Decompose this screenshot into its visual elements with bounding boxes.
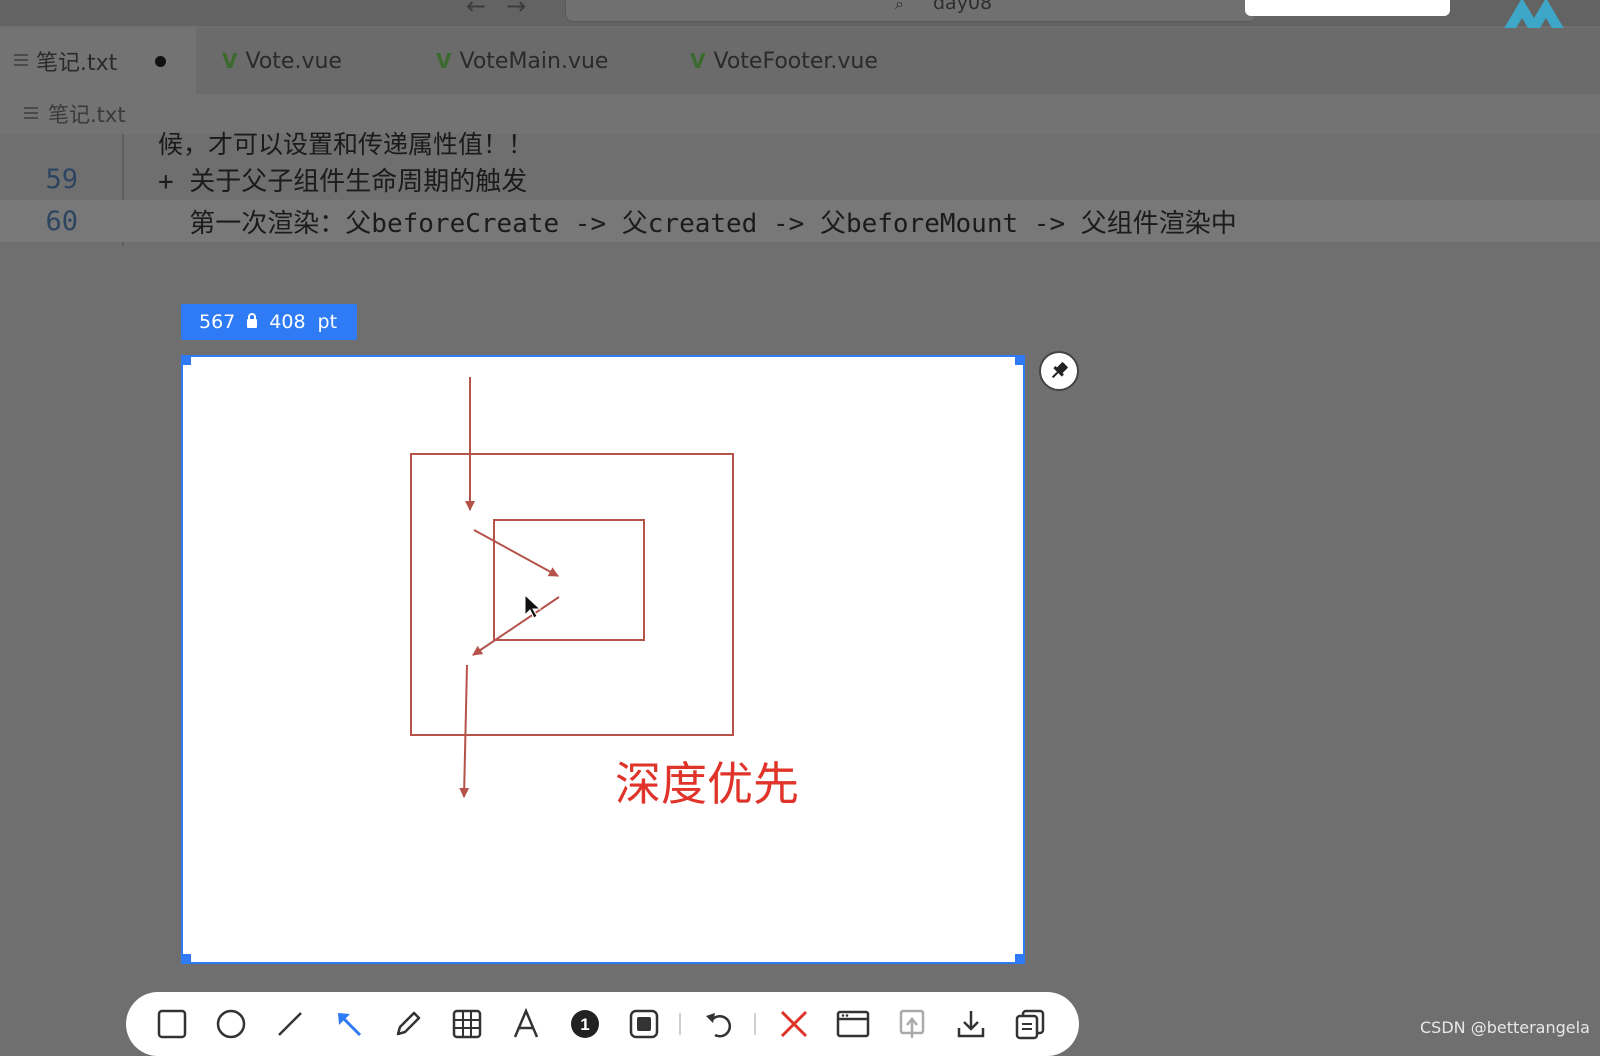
watermark: CSDN @betterangela (1420, 1018, 1590, 1037)
height-value: 408 (269, 311, 306, 333)
line-text: 候，才可以设置和传递属性值！！ (158, 130, 534, 159)
annotation-toolbar: 1 (126, 992, 1079, 1056)
resize-handle[interactable] (1015, 954, 1025, 964)
annotation-drawing (410, 377, 734, 798)
code-editor[interactable]: 候，才可以设置和传递属性值！！ 59 + 关于父子组件生命周期的触发 60 第一… (0, 130, 1600, 264)
arrow-icon (337, 1012, 362, 1037)
text-file-icon (14, 54, 28, 68)
outer-rectangle (410, 453, 734, 736)
number-tool[interactable]: 1 (565, 1004, 605, 1044)
line-tool[interactable] (270, 1004, 310, 1044)
ellipse-icon (216, 1009, 246, 1039)
ellipse-tool[interactable] (211, 1004, 251, 1044)
close-icon (780, 1010, 808, 1038)
download-icon (957, 1011, 985, 1038)
tab-vote-main[interactable]: V VoteMain.vue (436, 28, 608, 94)
title-bar-widget (1245, 0, 1450, 16)
nav-arrows[interactable]: ←→ (466, 0, 546, 20)
mosaic-tool[interactable] (447, 1004, 487, 1044)
download-button[interactable] (951, 1004, 991, 1044)
tab-label: VoteFooter.vue (713, 48, 878, 74)
toolbar-separator (679, 1013, 681, 1035)
inner-rectangle (493, 519, 645, 641)
code-line-current[interactable]: 60 第一次渲染：父beforeCreate -> 父created -> 父b… (0, 200, 1600, 242)
tab-vote-footer[interactable]: V VoteFooter.vue (690, 28, 878, 94)
undo-icon (706, 1013, 732, 1038)
mosaic-icon (452, 1009, 482, 1039)
rectangle-tool[interactable] (152, 1004, 192, 1044)
selection-size-badge: 567 408 pt (181, 304, 358, 340)
number-icon: 1 (571, 1010, 599, 1038)
close-button[interactable] (774, 1004, 814, 1044)
annotation-caption: 深度优先 (615, 757, 799, 811)
pencil-icon (396, 1011, 421, 1036)
arrow-down-out (459, 664, 470, 798)
mouse-cursor-icon (524, 593, 542, 619)
rectangle-icon (157, 1009, 187, 1039)
tab-vote[interactable]: V Vote.vue (222, 28, 342, 94)
arrow-tool[interactable] (329, 1004, 369, 1044)
undo-button[interactable] (699, 1004, 739, 1044)
width-value: 567 (199, 311, 236, 333)
lock-icon[interactable] (247, 312, 258, 328)
line-text: + 关于父子组件生命周期的触发 (158, 166, 528, 197)
vue-icon: V (222, 49, 238, 73)
search-box[interactable] (565, 0, 1257, 22)
line-number: 60 (45, 205, 78, 237)
text-file-icon (24, 107, 38, 121)
line-icon (278, 1012, 302, 1036)
pencil-tool[interactable] (388, 1004, 428, 1044)
window-button[interactable] (833, 1004, 873, 1044)
line-text: 第一次渲染：父beforeCreate -> 父created -> 父befo… (158, 208, 1237, 239)
resize-handle[interactable] (1015, 355, 1025, 365)
toolbar-separator (754, 1013, 756, 1035)
text-tool[interactable] (506, 1004, 546, 1044)
vue-icon: V (690, 49, 706, 73)
copy-button[interactable] (1010, 1004, 1050, 1044)
window-icon (836, 1010, 870, 1038)
arrow-into-child (473, 529, 559, 577)
tab-label: Vote.vue (245, 48, 342, 74)
tab-bar: 笔记.txt V Vote.vue V VoteMain.vue V VoteF… (0, 28, 1600, 94)
text-icon (513, 1008, 539, 1038)
upload-button[interactable] (892, 1004, 932, 1044)
copy-icon (1015, 1009, 1045, 1040)
upload-icon (899, 1009, 925, 1038)
highlight-icon (629, 1009, 659, 1039)
search-text[interactable]: day08 (933, 0, 992, 14)
tab-label: VoteMain.vue (459, 48, 609, 74)
search-icon: ⌕ (895, 0, 904, 13)
pin-button[interactable] (1039, 351, 1079, 391)
pin-icon (1051, 362, 1068, 379)
tab-notes[interactable]: 笔记.txt (0, 28, 196, 94)
unit-label: pt (317, 311, 338, 333)
arrow-out-of-child (472, 596, 560, 656)
capture-selection[interactable] (181, 355, 1025, 964)
code-line[interactable]: 59 + 关于父子组件生命周期的触发 (0, 158, 527, 200)
tab-label: 笔记.txt (36, 51, 118, 76)
resize-handle[interactable] (181, 954, 191, 964)
unsaved-dot-icon[interactable] (155, 55, 167, 67)
resize-handle[interactable] (181, 355, 191, 365)
line-number: 59 (45, 163, 78, 195)
highlight-tool[interactable] (624, 1004, 664, 1044)
svg-text:1: 1 (580, 1015, 589, 1034)
vue-icon: V (436, 49, 452, 73)
